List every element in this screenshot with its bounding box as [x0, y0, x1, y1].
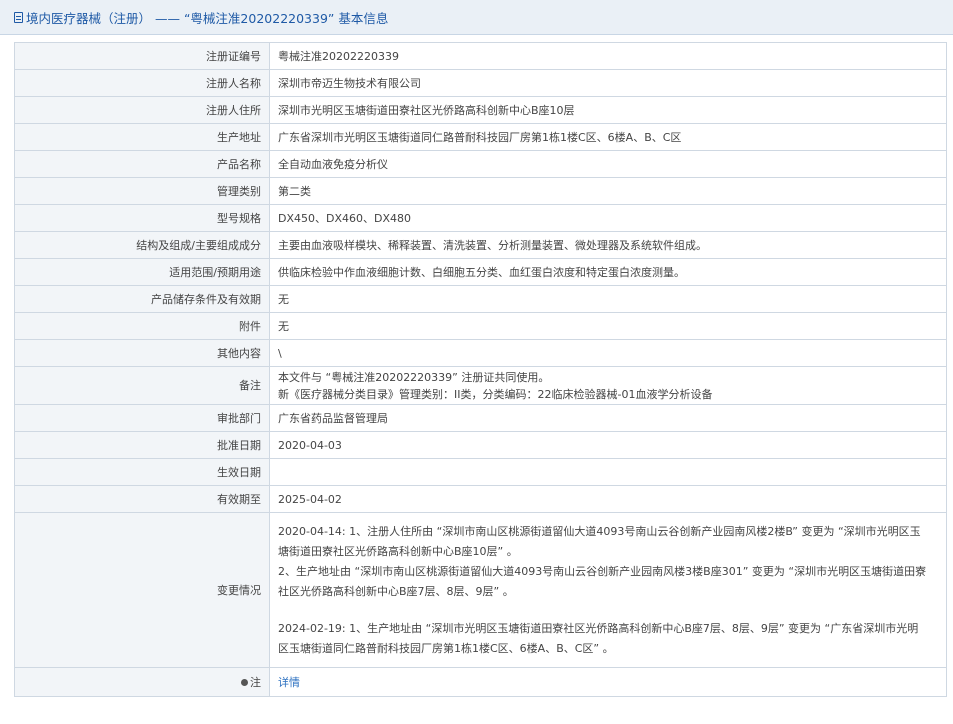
row-label: 型号规格: [14, 204, 270, 232]
row-value: 广东省深圳市光明区玉塘街道同仁路普耐科技园厂房第1栋1楼C区、6楼A、B、C区: [269, 123, 947, 151]
row-label: 管理类别: [14, 177, 270, 205]
page: 境内医疗器械（注册） —— “粤械注准20202220339” 基本信息 注册证…: [0, 0, 953, 724]
row-label: 产品储存条件及有效期: [14, 285, 270, 313]
change-spacer: [278, 602, 938, 619]
row-valid-until: 有效期至 2025-04-02: [14, 485, 947, 513]
row-label: 变更情况: [14, 512, 270, 668]
row-storage-validity: 产品储存条件及有效期 无: [14, 285, 947, 313]
row-value: DX450、DX460、DX480: [269, 204, 947, 232]
change-line: 2、生产地址由 “深圳市南山区桃源街道留仙大道4093号南山云谷创新产业园南风楼…: [278, 564, 927, 578]
row-registration-number: 注册证编号 粤械注准20202220339: [14, 42, 947, 70]
row-label: 审批部门: [14, 404, 270, 432]
remark-line: 新《医疗器械分类目录》管理类别：II类，分类编码：22临床检验器械-01血液学分…: [278, 387, 713, 401]
row-label: 批准日期: [14, 431, 270, 459]
row-value: 第二类: [269, 177, 947, 205]
row-intended-use: 适用范围/预期用途 供临床检验中作血液细胞计数、白细胞五分类、血红蛋白浓度和特定…: [14, 258, 947, 286]
note-label: 注: [250, 675, 261, 689]
change-line: 2024-02-19: 1、生产地址由 “深圳市光明区玉塘街道田寮社区光侨路高科…: [278, 621, 919, 635]
remark-value: 本文件与 “粤械注准20202220339” 注册证共同使用。 新《医疗器械分类…: [269, 366, 947, 405]
row-effective-date: 生效日期: [14, 458, 947, 486]
row-value: 供临床检验中作血液细胞计数、白细胞五分类、血红蛋白浓度和特定蛋白浓度测量。: [269, 258, 947, 286]
row-other-content: 其他内容 \: [14, 339, 947, 367]
change-line: 区玉塘街道同仁路普耐科技园厂房第1栋1楼C区、6楼A、B、C区” 。: [278, 641, 614, 655]
change-line: 社区光侨路高科创新中心B座7层、8层、9层” 。: [278, 584, 514, 598]
row-value: 无: [269, 285, 947, 313]
row-value: 2025-04-02: [269, 485, 947, 513]
row-label: 生产地址: [14, 123, 270, 151]
row-note: 注 详情: [14, 667, 947, 697]
row-label: 结构及组成/主要组成成分: [14, 231, 270, 259]
row-registrant-address: 注册人住所 深圳市光明区玉塘街道田寮社区光侨路高科创新中心B座10层: [14, 96, 947, 124]
row-attachment: 附件 无: [14, 312, 947, 340]
pin-icon: [241, 678, 248, 686]
info-table-wrapper: 注册证编号 粤械注准20202220339 注册人名称 深圳市帝迈生物技术有限公…: [14, 42, 947, 697]
row-label: 其他内容: [14, 339, 270, 367]
row-label: 注册证编号: [14, 42, 270, 70]
document-icon: [14, 11, 23, 23]
note-value: 详情: [269, 667, 947, 697]
note-label-cell: 注: [14, 667, 270, 697]
row-value: 全自动血液免疫分析仪: [269, 150, 947, 178]
row-production-address: 生产地址 广东省深圳市光明区玉塘街道同仁路普耐科技园厂房第1栋1楼C区、6楼A、…: [14, 123, 947, 151]
row-value: 无: [269, 312, 947, 340]
row-label: 产品名称: [14, 150, 270, 178]
row-label: 附件: [14, 312, 270, 340]
remark-line: 本文件与 “粤械注准20202220339” 注册证共同使用。: [278, 370, 550, 384]
row-model-spec: 型号规格 DX450、DX460、DX480: [14, 204, 947, 232]
change-line: 塘街道田寮社区光侨路高科创新中心B座10层” 。: [278, 544, 518, 558]
row-value: 粤械注准20202220339: [269, 42, 947, 70]
row-management-category: 管理类别 第二类: [14, 177, 947, 205]
row-label: 有效期至: [14, 485, 270, 513]
row-approval-date: 批准日期 2020-04-03: [14, 431, 947, 459]
row-value: 广东省药品监督管理局: [269, 404, 947, 432]
change-line: 2020-04-14: 1、注册人住所由 “深圳市南山区桃源街道留仙大道4093…: [278, 524, 921, 538]
row-label: 适用范围/预期用途: [14, 258, 270, 286]
row-approval-department: 审批部门 广东省药品监督管理局: [14, 404, 947, 432]
row-registrant-name: 注册人名称 深圳市帝迈生物技术有限公司: [14, 69, 947, 97]
page-title: 境内医疗器械（注册） —— “粤械注准20202220339” 基本信息: [26, 10, 389, 26]
row-label: 注册人名称: [14, 69, 270, 97]
details-link[interactable]: 详情: [278, 676, 300, 689]
row-remark: 备注 本文件与 “粤械注准20202220339” 注册证共同使用。 新《医疗器…: [14, 366, 947, 405]
row-label: 备注: [14, 366, 270, 405]
row-value: \: [269, 339, 947, 367]
row-label: 注册人住所: [14, 96, 270, 124]
row-value: [269, 458, 947, 486]
row-label: 生效日期: [14, 458, 270, 486]
info-table: 注册证编号 粤械注准20202220339 注册人名称 深圳市帝迈生物技术有限公…: [14, 42, 947, 697]
row-product-name: 产品名称 全自动血液免疫分析仪: [14, 150, 947, 178]
row-value: 深圳市光明区玉塘街道田寮社区光侨路高科创新中心B座10层: [269, 96, 947, 124]
changes-value: 2020-04-14: 1、注册人住所由 “深圳市南山区桃源街道留仙大道4093…: [269, 512, 947, 668]
row-value: 深圳市帝迈生物技术有限公司: [269, 69, 947, 97]
row-value: 2020-04-03: [269, 431, 947, 459]
row-value: 主要由血液吸样模块、稀释装置、清洗装置、分析测量装置、微处理器及系统软件组成。: [269, 231, 947, 259]
row-changes: 变更情况 2020-04-14: 1、注册人住所由 “深圳市南山区桃源街道留仙大…: [14, 512, 947, 668]
row-structure-composition: 结构及组成/主要组成成分 主要由血液吸样模块、稀释装置、清洗装置、分析测量装置、…: [14, 231, 947, 259]
page-header: 境内医疗器械（注册） —— “粤械注准20202220339” 基本信息: [0, 0, 953, 35]
